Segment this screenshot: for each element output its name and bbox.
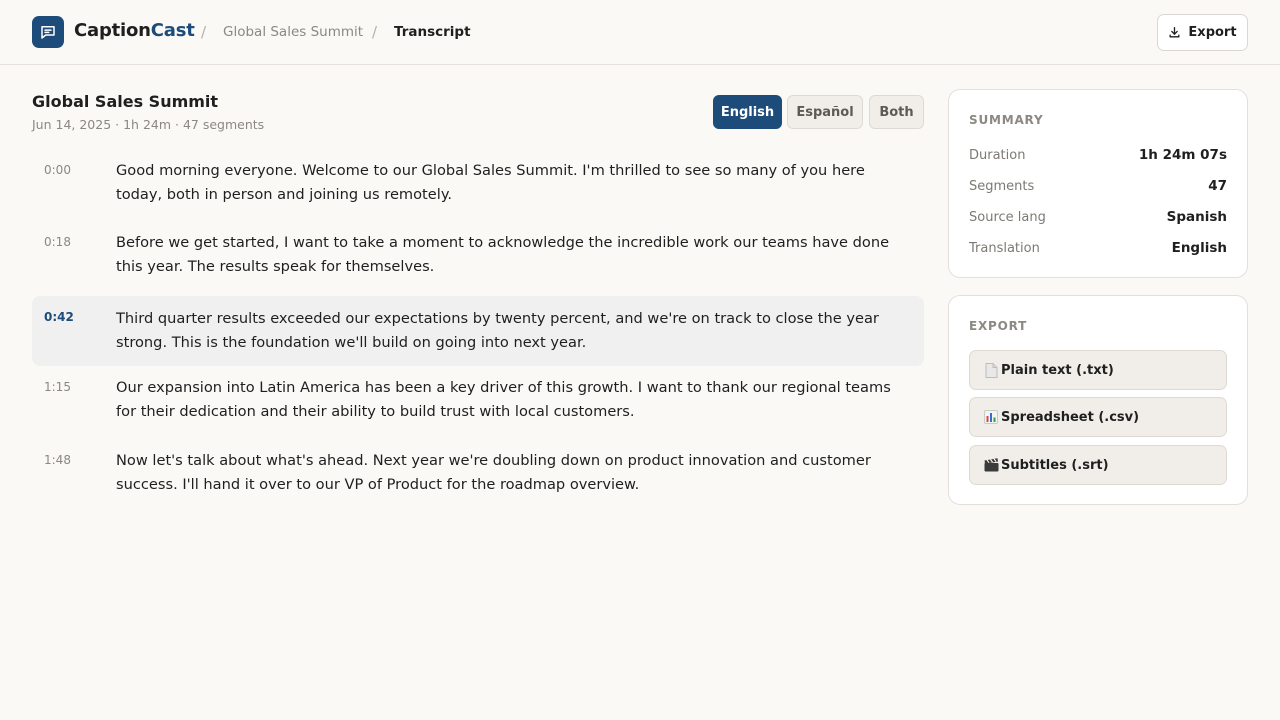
summary-label: Duration [969,148,1026,163]
summary-card: SUMMARY Duration 1h 24m 07s Segments 47 … [948,89,1248,278]
download-icon [1169,26,1180,38]
transcript-meta: Jun 14, 2025 · 1h 24m · 47 segments [32,117,265,132]
export-button[interactable]: Export [1157,14,1248,51]
transcript-segment-active[interactable]: 0:42 Third quarter results exceeded our … [32,296,924,366]
segment-timestamp[interactable]: 0:42 [44,310,74,324]
segment-text: Our expansion into Latin America has bee… [116,379,891,420]
export-card: EXPORT Plain text (.txt) Spreadsheet (.c… [948,295,1248,505]
export-title: EXPORT [969,319,1028,333]
breadcrumb-separator: / [201,23,207,41]
segment-timestamp[interactable]: 1:15 [44,380,71,394]
transcript-title: Global Sales Summit [32,92,219,111]
export-option-label: Plain text (.txt) [1001,362,1114,378]
segment-text: Good morning everyone. Welcome to our Gl… [116,162,865,203]
transcript-segment[interactable]: 1:15 Our expansion into Latin America ha… [32,370,924,432]
language-tab-both[interactable]: Both [869,95,924,129]
breadcrumb-event[interactable]: Global Sales Summit [223,24,363,40]
segment-text: Before we get started, I want to take a … [116,234,890,275]
brand-name-part1: Caption [74,20,151,41]
captioncast-logo[interactable] [32,16,64,48]
export-option-label: Spreadsheet (.csv) [1001,409,1140,425]
summary-label: Source lang [969,210,1046,225]
bar-chart-icon [983,410,999,424]
summary-label: Translation [969,241,1040,256]
summary-value: 47 [1208,178,1227,194]
brand-name[interactable]: CaptionCast [74,20,195,41]
segment-text: Third quarter results exceeded our expec… [116,310,879,351]
transcript-segment[interactable]: 1:48 Now let's talk about what's ahead. … [32,443,924,505]
brand-name-part2: Cast [150,20,195,41]
segment-timestamp[interactable]: 0:18 [44,235,71,249]
summary-value: English [1171,240,1227,256]
export-option-label: Subtitles (.srt) [1001,457,1109,473]
clapperboard-icon [983,458,999,472]
breadcrumb-current: Transcript [394,24,471,40]
breadcrumb-separator: / [372,23,378,41]
segment-timestamp[interactable]: 0:00 [44,163,71,177]
transcript-segment[interactable]: 0:00 Good morning everyone. Welcome to o… [32,153,924,215]
segment-timestamp[interactable]: 1:48 [44,453,71,467]
transcript-segment[interactable]: 0:18 Before we get started, I want to ta… [32,225,924,287]
summary-value: 1h 24m 07s [1138,147,1227,163]
export-srt-button[interactable]: Subtitles (.srt) [969,445,1227,485]
document-icon [983,362,999,378]
chat-bubble-icon [41,26,55,39]
summary-title: SUMMARY [969,113,1044,127]
segment-text: Now let's talk about what's ahead. Next … [116,452,871,493]
export-txt-button[interactable]: Plain text (.txt) [969,350,1227,390]
language-tab-english[interactable]: English [713,95,782,129]
language-tab-espanol[interactable]: Español [787,95,863,129]
summary-label: Segments [969,179,1035,194]
summary-value: Spanish [1166,209,1227,225]
export-csv-button[interactable]: Spreadsheet (.csv) [969,397,1227,437]
top-bar: CaptionCast / Global Sales Summit / Tran… [0,0,1280,65]
export-button-label: Export [1188,25,1237,40]
